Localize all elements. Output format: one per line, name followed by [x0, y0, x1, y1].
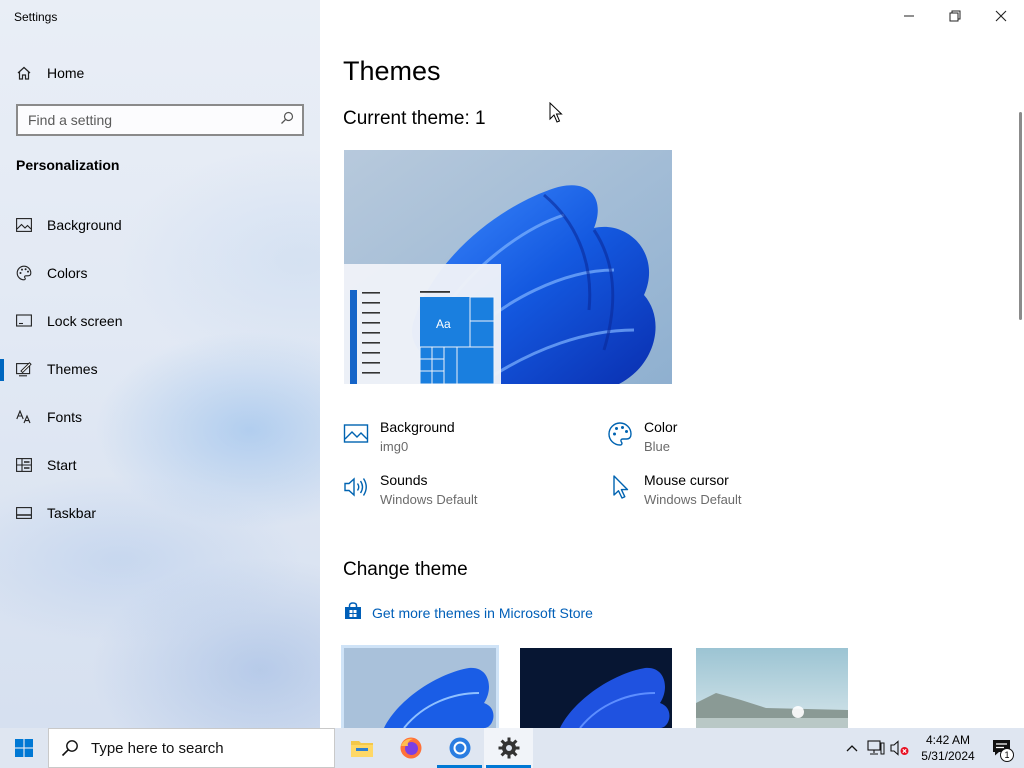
close-button[interactable] — [978, 0, 1024, 32]
sidebar: Settings Home Personalization Background… — [0, 0, 320, 728]
taskbar-settings[interactable] — [484, 728, 533, 768]
palette-icon — [16, 265, 32, 281]
clock[interactable]: 4:42 AM 5/31/2024 — [916, 732, 980, 764]
theme-color-setting[interactable]: Color Blue — [607, 419, 677, 454]
sounds-label: Sounds — [380, 472, 428, 488]
gear-icon — [498, 737, 519, 759]
theme-preview: Aa — [344, 150, 672, 384]
sidebar-item-label: Background — [47, 217, 122, 233]
sidebar-item-colors[interactable]: Colors — [0, 255, 320, 291]
network-button[interactable] — [864, 728, 888, 768]
clock-time: 4:42 AM — [925, 733, 971, 747]
restore-icon — [949, 10, 961, 22]
sidebar-item-fonts[interactable]: Fonts — [0, 399, 320, 435]
mouse-cursor-icon — [549, 101, 563, 129]
minimize-icon — [904, 15, 914, 17]
color-label: Color — [644, 419, 678, 435]
restore-button[interactable] — [932, 0, 978, 32]
fonts-icon — [16, 409, 32, 425]
sidebar-item-label: Taskbar — [47, 505, 97, 521]
themes-icon — [16, 361, 32, 377]
section-title: Personalization — [16, 157, 120, 173]
taskbar-search-box[interactable]: Type here to search — [48, 728, 335, 768]
network-icon — [867, 740, 885, 755]
notification-count-badge: 1 — [1000, 748, 1014, 762]
sidebar-item-label: Colors — [47, 265, 88, 281]
picture-icon — [16, 217, 32, 233]
lock-screen-icon — [16, 313, 32, 329]
preview-tile-label: Aa — [436, 317, 451, 331]
taskbar: Type here to search 4:42 AM 5/31/2024 1 — [0, 728, 1024, 768]
notifications-button[interactable]: 1 — [980, 728, 1024, 768]
sidebar-item-label: Lock screen — [47, 313, 123, 329]
home-icon — [16, 65, 32, 81]
sidebar-item-taskbar[interactable]: Taskbar — [0, 495, 320, 531]
background-label: Background — [380, 419, 455, 435]
app-title: Settings — [14, 10, 58, 24]
current-theme-heading: Current theme: 1 — [343, 108, 486, 129]
nav-home[interactable]: Home — [16, 62, 84, 84]
main-content: Themes Current theme: 1 Aa Background im… — [320, 0, 1024, 728]
sidebar-item-label: Themes — [47, 361, 98, 377]
change-theme-heading: Change theme — [343, 559, 468, 580]
taskbar-icon — [16, 505, 32, 521]
palette-icon — [607, 421, 633, 447]
start-button[interactable] — [0, 728, 48, 768]
volume-button[interactable] — [888, 728, 912, 768]
search-box[interactable] — [16, 104, 304, 136]
search-input[interactable] — [28, 112, 280, 128]
show-hidden-icons-button[interactable] — [840, 728, 864, 768]
speaker-icon — [343, 474, 369, 500]
firefox-icon — [400, 737, 421, 759]
background-value: img0 — [380, 439, 409, 454]
get-more-themes-link[interactable]: Get more themes in Microsoft Store — [344, 602, 593, 623]
chevron-up-icon — [846, 745, 858, 752]
color-value: Blue — [644, 439, 671, 454]
mouse-cursor-label: Mouse cursor — [644, 472, 729, 488]
taskbar-chrome[interactable] — [435, 728, 484, 768]
speaker-muted-icon — [890, 740, 909, 756]
sidebar-item-themes[interactable]: Themes — [0, 351, 320, 387]
sounds-value: Windows Default — [380, 492, 478, 507]
search-icon — [61, 740, 78, 757]
theme-mouse-cursor-setting[interactable]: Mouse cursor Windows Default — [607, 472, 742, 507]
taskbar-search-placeholder: Type here to search — [91, 739, 224, 757]
scrollbar[interactable] — [1019, 112, 1022, 320]
taskbar-firefox[interactable] — [386, 728, 435, 768]
bloom-wallpaper: Aa — [344, 150, 672, 384]
sidebar-item-lock-screen[interactable]: Lock screen — [0, 303, 320, 339]
clock-date: 5/31/2024 — [921, 749, 975, 763]
system-tray: 4:42 AM 5/31/2024 1 — [840, 728, 1024, 768]
close-icon — [995, 10, 1007, 22]
theme-thumbnail-windows-dark[interactable] — [520, 648, 672, 728]
sidebar-item-start[interactable]: Start — [0, 447, 320, 483]
theme-thumbnail-beach[interactable] — [696, 648, 848, 728]
store-link-label: Get more themes in Microsoft Store — [372, 604, 593, 621]
file-explorer-icon — [350, 741, 373, 757]
theme-sounds-setting[interactable]: Sounds Windows Default — [343, 472, 478, 507]
start-icon — [16, 457, 32, 473]
windows-logo-icon — [15, 739, 33, 757]
nav-home-label: Home — [47, 65, 85, 81]
sidebar-item-label: Start — [47, 457, 77, 473]
page-title: Themes — [343, 56, 441, 86]
store-bag-icon — [344, 602, 362, 623]
picture-icon — [343, 421, 369, 447]
chrome-icon — [449, 737, 470, 759]
mouse-pointer-icon — [607, 474, 633, 500]
sidebar-item-label: Fonts — [47, 409, 83, 425]
minimize-button[interactable] — [886, 0, 932, 32]
theme-background-setting[interactable]: Background img0 — [343, 419, 455, 454]
mouse-cursor-value: Windows Default — [644, 492, 742, 507]
taskbar-file-explorer[interactable] — [337, 728, 386, 768]
sidebar-item-background[interactable]: Background — [0, 207, 320, 243]
search-icon[interactable] — [280, 111, 294, 130]
theme-thumbnail-windows-light[interactable] — [341, 645, 499, 728]
